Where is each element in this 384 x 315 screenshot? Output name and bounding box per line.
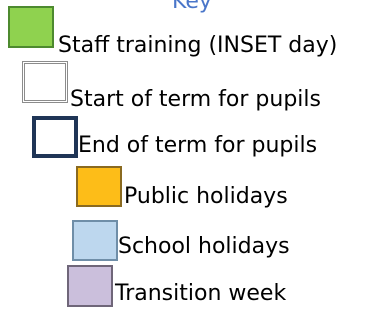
transition-week-swatch (67, 265, 113, 307)
key-item-transition-week: Transition week (67, 265, 384, 315)
key-item-start-of-term: Start of term for pupils (22, 61, 384, 112)
start-of-term-swatch (22, 61, 68, 103)
key-item-label: Staff training (INSET day) (58, 33, 338, 58)
staff-training-swatch (8, 6, 54, 48)
key-item-public-holidays: Public holidays (76, 166, 384, 216)
key-item-label: Public holidays (124, 184, 288, 209)
key-item-staff-training: Staff training (INSET day) (8, 6, 384, 58)
key-item-label: Transition week (115, 281, 287, 306)
key-item-label: Start of term for pupils (70, 87, 321, 112)
end-of-term-swatch (32, 116, 78, 158)
public-holidays-swatch (76, 166, 122, 207)
school-holidays-swatch (72, 220, 118, 261)
key-item-label: End of term for pupils (78, 133, 318, 158)
key-item-end-of-term: End of term for pupils (32, 116, 384, 166)
key-item-school-holidays: School holidays (72, 220, 384, 270)
key-item-label: School holidays (118, 234, 290, 259)
